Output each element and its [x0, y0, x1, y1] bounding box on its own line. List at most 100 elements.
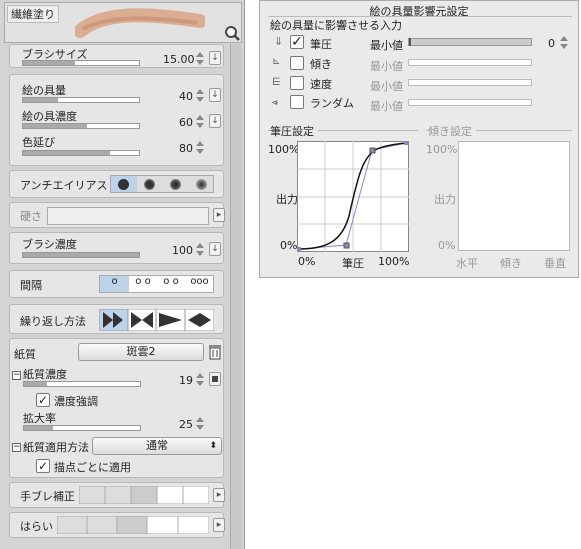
color-stretch-slider[interactable] — [22, 150, 140, 156]
paper-density-slider[interactable] — [23, 381, 141, 387]
taper-group: はらい ▸ — [9, 512, 225, 538]
pressure-settings-title: 筆圧設定 — [270, 123, 318, 139]
trash-icon[interactable] — [208, 344, 222, 360]
paint-amount-spinner[interactable] — [196, 89, 204, 103]
interval-selector[interactable]: o o o o o ooo — [99, 275, 214, 293]
pressure-label: 筆圧 — [310, 38, 332, 51]
antialias-label: アンチエイリアス — [20, 179, 108, 192]
pressure-icon: ⇓ — [274, 35, 284, 48]
paint-density-dynamics-button[interactable]: ↓ — [209, 114, 221, 128]
tilt-x-mid: 傾き — [500, 257, 522, 270]
scale-slider[interactable] — [23, 425, 141, 431]
taper-label: はらい — [20, 520, 53, 533]
panel-scrollbar[interactable] — [230, 44, 242, 549]
speed-icon: ⋿ — [272, 77, 281, 88]
tilt-x-right: 垂直 — [544, 257, 566, 270]
tilt-checkbox[interactable] — [290, 56, 304, 70]
paint-amount-value[interactable]: 40 — [163, 90, 193, 103]
brush-name: 繊維塗り — [7, 5, 59, 23]
interval-option-fixed[interactable]: ooo — [185, 276, 214, 287]
pressure-curve-graph[interactable] — [297, 141, 410, 253]
paper-density-dynamics-button[interactable] — [209, 372, 221, 386]
brush-stroke-preview — [75, 8, 205, 38]
hardness-selector[interactable] — [47, 207, 209, 225]
interval-option-wide[interactable]: o o — [157, 276, 185, 287]
tilt-settings-title: 傾き設定 — [428, 123, 476, 139]
brush-size-slider[interactable] — [22, 60, 140, 66]
apply-each-checkbox[interactable]: ✓ — [36, 459, 50, 473]
pressure-min-slider[interactable] — [408, 38, 532, 46]
pressure-min-value[interactable]: 0 — [548, 37, 555, 50]
brush-density-group: ブラシ濃度 100 ↓ — [9, 232, 224, 264]
brush-density-spinner[interactable] — [196, 243, 204, 257]
interval-label: 間隔 — [20, 279, 42, 292]
taper-expand-button[interactable]: ▸ — [213, 518, 225, 532]
brush-density-value[interactable]: 100 — [163, 244, 193, 257]
paint-density-value[interactable]: 60 — [163, 116, 193, 129]
paper-density-spinner[interactable] — [196, 373, 204, 387]
brush-size-value[interactable]: 15.00 — [163, 53, 195, 66]
speed-min-slider[interactable] — [408, 79, 532, 86]
stabilize-expand-button[interactable]: ▸ — [213, 488, 225, 502]
collapse-icon[interactable]: − — [12, 443, 21, 452]
density-emph-checkbox[interactable]: ✓ — [36, 393, 50, 407]
zoom-preview-icon[interactable] — [224, 25, 240, 41]
tilt-y-mid: 出力 — [434, 193, 456, 206]
influence-settings-popup: 絵の具量影響元設定 絵の具量に影響させる入力 ⇓ ✓ 筆圧 最小値 0 ⊾ 傾き… — [259, 0, 579, 278]
tilt-icon: ⊾ — [272, 56, 281, 67]
paint-amount-label: 絵の具量 — [22, 84, 66, 97]
speed-checkbox[interactable] — [290, 76, 304, 90]
antialias-group: アンチエイリアス — [9, 170, 224, 198]
repeat-selector[interactable] — [99, 309, 214, 331]
paper-select-button[interactable]: 斑雲2 — [78, 343, 204, 361]
speed-min-label: 最小値 — [370, 80, 403, 93]
antialias-medium-icon[interactable] — [170, 179, 181, 190]
interval-option-normal[interactable]: o o — [129, 276, 157, 287]
paint-amount-slider[interactable] — [22, 97, 140, 103]
repeat-label: 繰り返し方法 — [20, 315, 86, 328]
pressure-y-bottom: 0% — [280, 239, 298, 252]
hardness-expand-button[interactable]: ▸ — [213, 208, 225, 222]
paint-density-spinner[interactable] — [196, 115, 204, 129]
scale-spinner[interactable] — [196, 417, 204, 431]
dropdown-arrow-icon: ⬍ — [209, 441, 217, 451]
collapse-icon[interactable]: − — [12, 371, 21, 380]
color-stretch-value[interactable]: 80 — [163, 142, 193, 155]
stabilize-selector[interactable] — [79, 486, 209, 504]
paint-amount-dynamics-button[interactable]: ↓ — [209, 88, 221, 102]
color-stretch-spinner[interactable] — [196, 141, 204, 155]
hardness-group: 硬さ ▸ — [9, 202, 225, 228]
tilt-min-slider[interactable] — [408, 59, 532, 66]
brush-size-spinner[interactable] — [196, 52, 204, 66]
taper-selector[interactable] — [57, 516, 209, 534]
density-emph-label: 濃度強調 — [54, 395, 98, 408]
pressure-min-label: 最小値 — [370, 39, 403, 52]
pressure-checkbox[interactable]: ✓ — [290, 35, 304, 49]
repeat-group: 繰り返し方法 — [9, 304, 224, 334]
tilt-x-left: 水平 — [456, 257, 478, 270]
brush-density-dynamics-button[interactable]: ↓ — [209, 242, 221, 256]
scale-value[interactable]: 25 — [163, 418, 193, 431]
pressure-min-spinner[interactable] — [560, 36, 568, 50]
antialias-weak-icon[interactable] — [144, 179, 155, 190]
tilt-min-label: 最小値 — [370, 60, 403, 73]
brush-density-slider[interactable] — [22, 252, 140, 258]
scale-label: 拡大率 — [23, 412, 56, 425]
paper-group: 紙質 斑雲2 − 紙質濃度 19 ✓ 濃度強調 拡大率 25 − 紙質適用方法 … — [9, 338, 224, 478]
random-min-slider[interactable] — [408, 99, 532, 106]
paper-apply-dropdown[interactable]: 通常 ⬍ — [92, 437, 222, 455]
random-min-label: 最小値 — [370, 100, 403, 113]
paper-density-value[interactable]: 19 — [163, 374, 193, 387]
antialias-selector[interactable] — [110, 175, 214, 193]
antialias-strong-icon[interactable] — [196, 179, 207, 190]
random-checkbox[interactable] — [290, 95, 304, 109]
paper-apply-value: 通常 — [146, 439, 168, 452]
pressure-x-mid: 筆圧 — [342, 257, 364, 270]
tilt-y-bottom: 0% — [438, 239, 456, 252]
brush-size-dynamics-button[interactable]: ↓ — [209, 51, 221, 65]
antialias-none-icon — [118, 179, 129, 190]
brush-settings-panel: 繊維塗り ブラシサイズ 15.00 ↓ 絵の具量 40 ↓ 絵の具濃度 60 ↓… — [0, 0, 245, 549]
stabilize-label: 手ブレ補正 — [20, 490, 75, 503]
interval-option-narrow[interactable]: o — [100, 276, 129, 292]
paint-density-slider[interactable] — [22, 123, 140, 129]
